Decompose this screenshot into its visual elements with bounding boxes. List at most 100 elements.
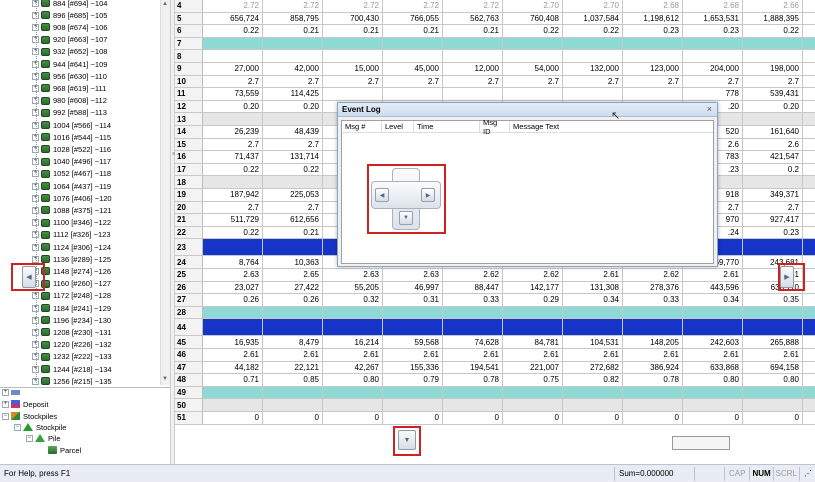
table-cell[interactable]: 2.7 bbox=[563, 75, 623, 88]
table-cell[interactable]: 539,431 bbox=[743, 88, 803, 100]
row-header[interactable]: 51 bbox=[175, 412, 203, 424]
table-cell[interactable] bbox=[443, 88, 503, 100]
table-cell[interactable] bbox=[623, 88, 683, 100]
table-cell[interactable]: 2.72 bbox=[443, 0, 503, 12]
table-cell[interactable]: 2.7 bbox=[263, 75, 323, 88]
table-cell[interactable]: 2.61 bbox=[683, 269, 743, 281]
table-cell[interactable]: 0.22 bbox=[203, 163, 263, 176]
table-cell[interactable] bbox=[443, 319, 503, 336]
table-cell[interactable] bbox=[383, 399, 443, 411]
table-cell[interactable]: 2.72 bbox=[383, 0, 443, 12]
table-cell[interactable]: 23,027 bbox=[203, 281, 263, 294]
table-cell[interactable]: 927,417 bbox=[743, 214, 803, 226]
table-cell[interactable]: 71,437 bbox=[203, 151, 263, 163]
table-cell[interactable] bbox=[203, 37, 263, 50]
table-cell[interactable]: 2.7 bbox=[323, 75, 383, 88]
table-cell[interactable]: 84,781 bbox=[503, 336, 563, 348]
tree-item-block[interactable]: 1244 [#218] ~134 bbox=[32, 363, 112, 375]
tree-item-block[interactable]: 896 [#685] ~105 bbox=[32, 9, 107, 21]
tree-item-block[interactable]: 1220 [#226] ~132 bbox=[32, 339, 112, 351]
table-cell[interactable] bbox=[383, 386, 443, 399]
tree-item-block[interactable]: 1256 [#215] ~135 bbox=[32, 375, 112, 385]
row-header[interactable]: 46 bbox=[175, 349, 203, 361]
tree-scrollbar[interactable]: ▲ ▼ bbox=[160, 0, 170, 385]
row-header[interactable]: 4 bbox=[175, 0, 203, 12]
table-cell[interactable]: 104,531 bbox=[563, 336, 623, 348]
selected-cell[interactable] bbox=[672, 436, 730, 450]
tree-item-block[interactable]: 908 [#674] ~106 bbox=[32, 21, 107, 33]
table-cell[interactable] bbox=[503, 37, 563, 50]
table-cell[interactable]: 2.70 bbox=[503, 0, 563, 12]
tree-item-block[interactable]: 992 [#588] ~113 bbox=[32, 107, 107, 119]
table-cell[interactable] bbox=[443, 50, 503, 62]
tree-item-block[interactable]: 932 [#652] ~108 bbox=[32, 46, 107, 58]
table-cell[interactable]: 42,267 bbox=[323, 361, 383, 374]
dock-right-button[interactable]: ▶ bbox=[780, 266, 794, 288]
table-cell[interactable] bbox=[263, 306, 323, 319]
table-cell[interactable] bbox=[563, 37, 623, 50]
table-cell[interactable]: 2.7 bbox=[503, 75, 563, 88]
row-header[interactable]: 9 bbox=[175, 63, 203, 75]
table-cell[interactable]: 2.72 bbox=[323, 0, 383, 12]
row-header[interactable]: 27 bbox=[175, 294, 203, 306]
row-header[interactable]: 18 bbox=[175, 176, 203, 188]
table-cell[interactable]: 15,000 bbox=[323, 63, 383, 75]
table-cell[interactable]: 0.2 bbox=[743, 163, 803, 176]
row-header[interactable]: 47 bbox=[175, 361, 203, 374]
table-cell[interactable]: 349,371 bbox=[743, 189, 803, 201]
table-cell[interactable] bbox=[743, 386, 803, 399]
tree-item-parcel[interactable]: Parcel bbox=[48, 444, 81, 456]
tree-item-block[interactable]: 1064 [#437] ~119 bbox=[32, 180, 111, 192]
tree-item-deposit[interactable]: Deposit bbox=[2, 398, 48, 410]
table-cell[interactable] bbox=[623, 319, 683, 336]
table-cell[interactable] bbox=[323, 399, 383, 411]
row-header[interactable]: 22 bbox=[175, 226, 203, 239]
table-cell[interactable]: 0.21 bbox=[263, 25, 323, 37]
table-cell[interactable]: 74,628 bbox=[443, 336, 503, 348]
tree-item-block[interactable]: 920 [#663] ~107 bbox=[32, 34, 107, 46]
table-cell[interactable]: 88,447 bbox=[443, 281, 503, 294]
table-cell[interactable]: 0.80 bbox=[683, 374, 743, 386]
table-cell[interactable] bbox=[383, 319, 443, 336]
table-cell[interactable]: 44,182 bbox=[203, 361, 263, 374]
table-cell[interactable] bbox=[203, 113, 263, 125]
column-msg-number[interactable]: Msg # bbox=[342, 121, 382, 132]
table-cell[interactable]: 131,308 bbox=[563, 281, 623, 294]
table-cell[interactable]: 2.61 bbox=[263, 349, 323, 361]
table-cell[interactable] bbox=[263, 386, 323, 399]
row-header[interactable]: 45 bbox=[175, 336, 203, 348]
table-cell[interactable] bbox=[323, 88, 383, 100]
table-cell[interactable] bbox=[203, 239, 263, 256]
table-cell[interactable]: 2.68 bbox=[683, 0, 743, 12]
tree-item-block[interactable]: 980 [#608] ~112 bbox=[32, 95, 107, 107]
table-cell[interactable] bbox=[503, 306, 563, 319]
table-cell[interactable]: 2.7 bbox=[203, 138, 263, 151]
tree-item-block[interactable]: 1112 [#326] ~123 bbox=[32, 229, 110, 241]
tree-item-block[interactable]: 1184 [#241] ~129 bbox=[32, 302, 111, 314]
table-cell[interactable]: 2.7 bbox=[743, 75, 803, 88]
table-cell[interactable]: 0.21 bbox=[263, 226, 323, 239]
table-cell[interactable]: 0.33 bbox=[443, 294, 503, 306]
table-cell[interactable] bbox=[563, 88, 623, 100]
table-cell[interactable] bbox=[323, 386, 383, 399]
table-cell[interactable]: 0.23 bbox=[623, 25, 683, 37]
table-cell[interactable]: 2.61 bbox=[203, 349, 263, 361]
scroll-up-icon[interactable]: ▲ bbox=[162, 1, 168, 7]
row-header[interactable]: 11 bbox=[175, 88, 203, 100]
tree-item-block[interactable]: 1232 [#222] ~133 bbox=[32, 351, 112, 363]
tree-item-block[interactable]: 1076 [#406] ~120 bbox=[32, 192, 112, 204]
tree-item-block[interactable]: 968 [#619] ~111 bbox=[32, 82, 106, 94]
row-header[interactable]: 48 bbox=[175, 374, 203, 386]
table-cell[interactable]: 0 bbox=[263, 412, 323, 424]
table-cell[interactable]: 2.7 bbox=[623, 75, 683, 88]
table-cell[interactable] bbox=[503, 399, 563, 411]
table-cell[interactable]: 0.23 bbox=[683, 25, 743, 37]
table-cell[interactable]: 42,000 bbox=[263, 63, 323, 75]
row-header[interactable]: 14 bbox=[175, 126, 203, 138]
table-cell[interactable] bbox=[503, 88, 563, 100]
table-cell[interactable]: 0.22 bbox=[203, 226, 263, 239]
table-cell[interactable]: 0 bbox=[443, 412, 503, 424]
table-cell[interactable]: 656,724 bbox=[203, 12, 263, 25]
table-cell[interactable]: 8,479 bbox=[263, 336, 323, 348]
table-cell[interactable]: 0.21 bbox=[323, 25, 383, 37]
